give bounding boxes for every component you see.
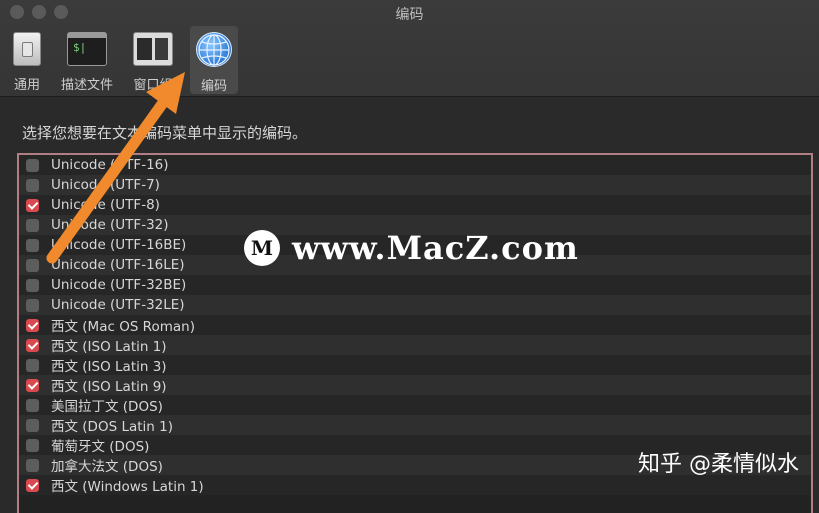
arrow-shaft	[46, 94, 171, 264]
watermark-text: www.MacZ.com	[292, 229, 579, 267]
watermark-logo: M	[244, 230, 280, 266]
watermark: M www.MacZ.com	[244, 229, 579, 267]
source-credit: 知乎 @柔情似水	[638, 452, 799, 477]
